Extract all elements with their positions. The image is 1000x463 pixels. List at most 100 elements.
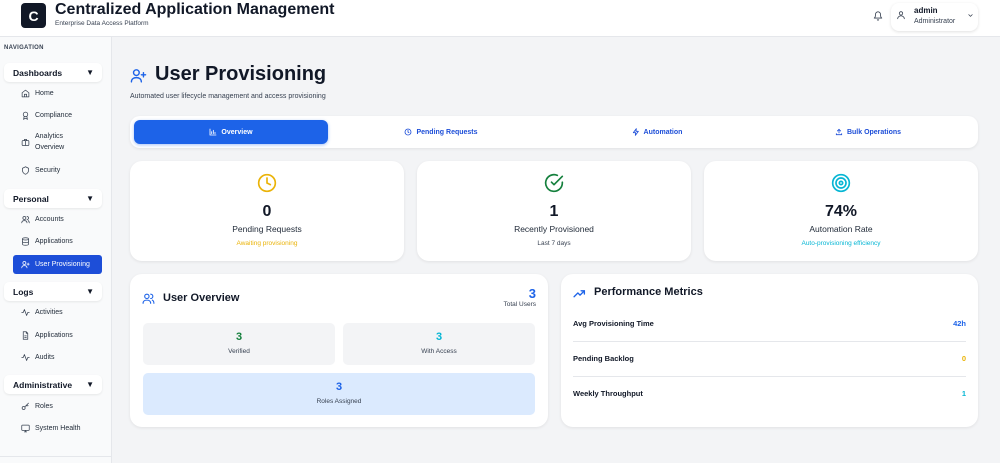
activity-icon [21,309,30,316]
notifications-button[interactable] [868,6,888,26]
mini-stat-label: With Access [421,348,457,355]
page-title: User Provisioning [155,63,327,85]
nav-group-label: Personal [13,194,49,204]
file-text-icon [22,331,29,340]
chevron-down-icon [968,14,973,17]
user-overview-card: User Overview 3 Total Users 3 Verified 3… [130,274,548,427]
mini-stat-value: 3 [335,381,343,393]
nav-group-logs[interactable]: Logs ▼ [4,282,102,301]
upload-icon [835,128,843,136]
home-icon [21,89,30,98]
stat-label: Pending Requests [232,224,302,234]
top-header: C Centralized Application Management Ent… [0,0,1000,37]
nav-group-dashboards[interactable]: Dashboards ▼ [4,63,102,82]
sidebar-item-label: User Provisioning [35,260,90,268]
tab-label: Automation [643,128,683,136]
zap-icon [632,128,639,136]
sidebar: NAVIGATION Dashboards ▼ Home Compliance … [0,37,112,463]
sidebar-item-applications[interactable]: Applications [13,232,102,251]
metric-label: Weekly Throughput [573,389,643,398]
sidebar-item-label: Applications [35,237,73,245]
sidebar-item-label: Roles [35,402,53,410]
sidebar-item-label: Analytics [35,133,64,140]
stat-subtext: Awaiting provisioning [236,240,298,247]
app-title: Centralized Application Management [55,1,335,18]
tab-bulk-operations[interactable]: Bulk Operations [762,120,974,144]
sidebar-item-label: Compliance [35,111,72,119]
tab-overview[interactable]: Overview [134,120,328,144]
sidebar-item-label: Home [35,89,54,97]
target-icon [831,173,851,193]
metric-value: 0 [961,354,966,363]
caret-down-icon: ▼ [86,287,94,296]
sidebar-item-label: Accounts [35,215,64,223]
user-name: admin [914,6,938,15]
trending-up-icon [573,290,586,298]
sidebar-item-audits[interactable]: Audits [13,348,102,367]
tab-automation[interactable]: Automation [552,120,762,144]
metric-row: Weekly Throughput 1 [573,377,966,412]
stat-value: 0 [262,203,272,220]
check-circle-icon [544,173,564,193]
user-menu[interactable]: admin Administrator [891,3,978,31]
stat-value: 1 [549,203,559,220]
total-users-value: 3 [528,286,536,301]
sidebar-item-activities[interactable]: Activities [13,303,102,322]
sidebar-item-analytics-overview[interactable]: Analytics Overview [13,129,102,155]
app-logo[interactable]: C [21,3,46,28]
tab-pending-requests[interactable]: Pending Requests [330,120,552,144]
metric-label: Pending Backlog [573,354,634,363]
sidebar-item-compliance[interactable]: Compliance [13,106,102,125]
users-icon [21,216,30,224]
mini-stat-label: Roles Assigned [316,398,362,405]
metric-value: 42h [953,319,966,328]
caret-down-icon: ▼ [86,68,94,77]
tab-label: Bulk Operations [846,128,902,136]
bar-chart-icon [210,128,217,136]
briefcase-icon [21,139,30,146]
stat-card-automation: 74% Automation Rate Auto-provisioning ef… [704,161,978,261]
monitor-icon [21,424,30,433]
stat-label: Recently Provisioned [514,224,594,234]
sidebar-item-home[interactable]: Home [13,84,102,103]
nav-group-personal[interactable]: Personal ▼ [4,189,102,208]
user-plus-icon [130,69,147,83]
key-icon [21,402,29,410]
nav-group-administrative[interactable]: Administrative ▼ [4,375,102,394]
caret-down-icon: ▼ [86,194,94,203]
sidebar-item-roles[interactable]: Roles [13,397,102,416]
user-plus-icon [21,261,30,269]
bell-icon [873,11,883,21]
clock-icon [257,173,277,193]
sidebar-item-label: Overview [35,144,65,151]
metric-row: Pending Backlog 0 [573,342,966,377]
card-title: User Overview [163,292,240,304]
mini-stat-label: Verified [228,348,250,355]
stat-label: Automation Rate [809,224,873,234]
page-description: Automated user lifecycle management and … [130,93,326,100]
stat-value: 74% [824,203,858,220]
sidebar-item-system-health[interactable]: System Health [13,419,102,438]
sidebar-item-label: Security [35,166,61,174]
sidebar-item-user-provisioning[interactable]: User Provisioning [13,255,102,274]
nav-group-label: Logs [13,287,34,297]
mini-stat-value: 3 [435,331,443,343]
clock-icon [405,128,412,136]
user-role: Administrator [914,18,956,25]
tab-bar: Overview Pending Requests Automation Bul… [130,116,978,148]
shield-icon [22,166,29,175]
sidebar-item-accounts[interactable]: Accounts [13,210,102,229]
nav-group-label: Administrative [13,380,73,390]
mini-stat-value: 3 [235,331,243,343]
metric-row: Avg Provisioning Time 42h [573,307,966,342]
tab-label: Pending Requests [416,128,478,136]
sidebar-item-log-applications[interactable]: Applications [13,326,102,345]
stat-card-provisioned: 1 Recently Provisioned Last 7 days [417,161,691,261]
sidebar-item-label: System Health [35,424,81,432]
activity-icon [21,354,30,361]
sidebar-item-security[interactable]: Security [13,161,102,180]
total-users-label: Total Users [503,301,536,308]
sidebar-item-label: Applications [35,331,73,339]
nav-group-label: Dashboards [13,68,63,78]
sidebar-item-label: Audits [35,353,55,361]
